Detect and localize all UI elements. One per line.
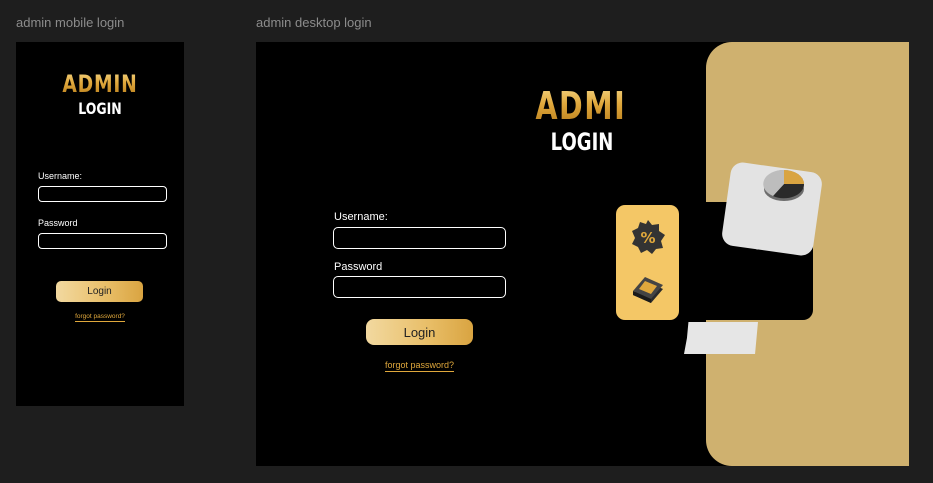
username-label: Username:	[38, 171, 83, 181]
login-button[interactable]: Login	[56, 281, 143, 302]
mobile-frame-label: admin mobile login	[16, 15, 125, 30]
password-input[interactable]	[38, 233, 167, 249]
money-stack-icon	[633, 277, 663, 303]
admin-title: ADMIN	[34, 70, 165, 98]
chat-bubble-tail	[749, 232, 767, 250]
password-input[interactable]	[333, 276, 506, 298]
forgot-password-link-wrap: forgot password?	[366, 360, 473, 372]
username-input[interactable]	[38, 186, 167, 202]
svg-text:%: %	[640, 229, 655, 247]
admin-title: ADMIN	[535, 84, 652, 128]
password-label: Password	[38, 218, 78, 228]
icon-card: %	[616, 205, 679, 320]
desktop-login-frame: ADMIN LOGIN Username: Password Login for…	[256, 42, 909, 466]
mobile-login-frame: ADMIN LOGIN Username: Password Login for…	[16, 42, 184, 406]
login-subtitle: LOGIN	[78, 99, 122, 118]
forgot-password-link-wrap: forgot password?	[16, 313, 184, 322]
percent-badge-icon: %	[632, 220, 665, 254]
login-subtitle: LOGIN	[550, 128, 614, 156]
username-input[interactable]	[333, 227, 506, 249]
forgot-password-link[interactable]: forgot password?	[384, 360, 455, 372]
username-label: Username:	[334, 211, 388, 223]
desktop-frame-label: admin desktop login	[256, 15, 372, 30]
password-label: Password	[334, 261, 383, 273]
ribbon-decoration	[684, 322, 758, 354]
pie-chart-icon	[763, 169, 805, 201]
forgot-password-link[interactable]: forgot password?	[75, 313, 125, 322]
login-button[interactable]: Login	[366, 319, 473, 345]
